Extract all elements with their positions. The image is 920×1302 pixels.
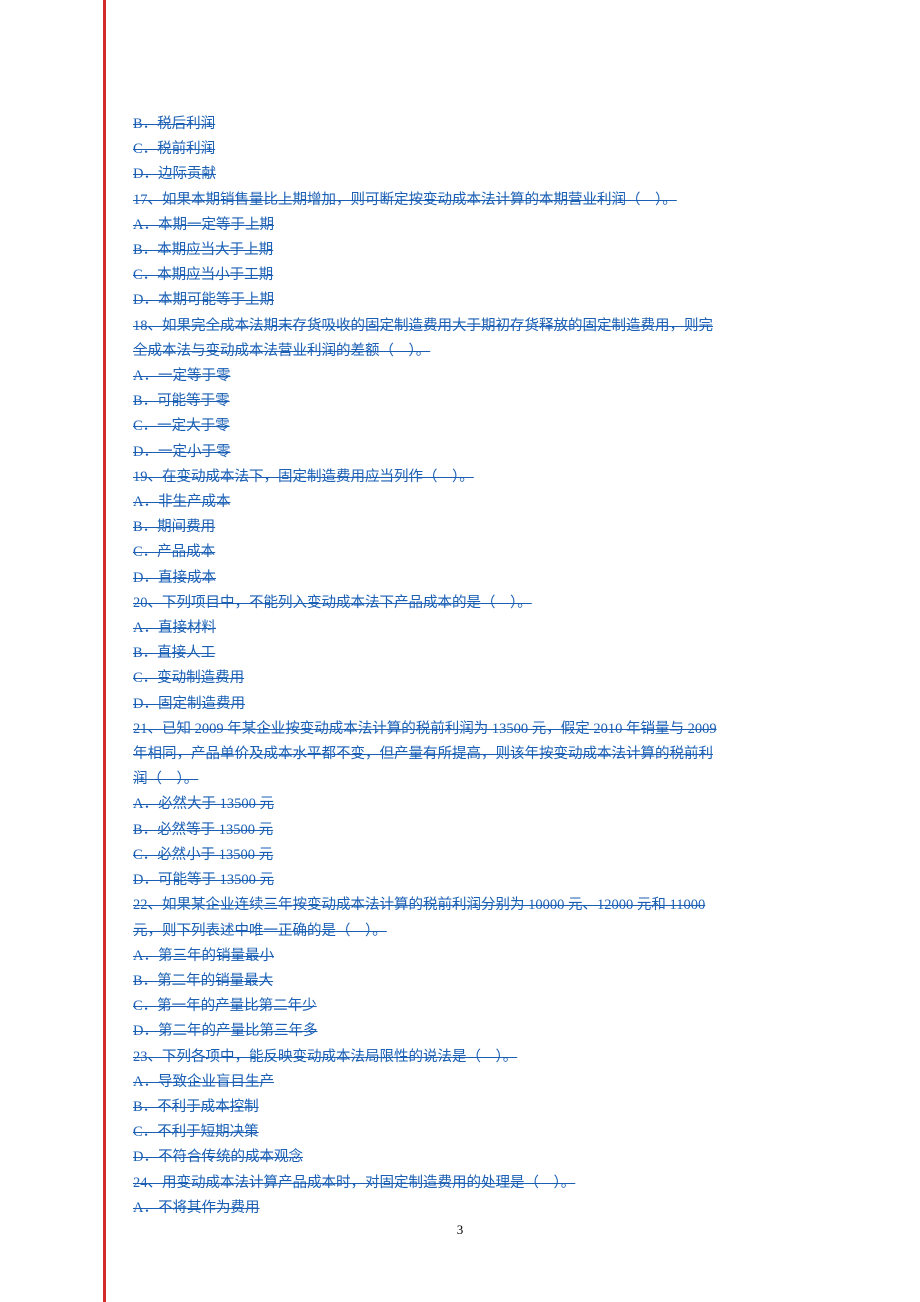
- text-line: A．必然大于 13500 元: [133, 792, 813, 817]
- text-line: 24、用变动成本法计算产品成本时，对固定制造费用的处理是（ ）。: [133, 1171, 813, 1196]
- text-line: A．本期一定等于上期: [133, 213, 813, 238]
- text-line: 元，则下列表述中唯一正确的是（ ）。: [133, 919, 813, 944]
- text-line: D．边际贡献: [133, 162, 813, 187]
- text-line: 21、已知 2009 年某企业按变动成本法计算的税前利润为 13500 元，假定…: [133, 717, 813, 742]
- text-line: A．第三年的销量最小: [133, 944, 813, 969]
- text-line: C．第一年的产量比第二年少: [133, 994, 813, 1019]
- text-line: C．本期应当小于工期: [133, 263, 813, 288]
- text-line: 19、在变动成本法下，固定制造费用应当列作（ ）。: [133, 465, 813, 490]
- text-line: D．第二年的产量比第三年多: [133, 1019, 813, 1044]
- text-line: B．直接人工: [133, 641, 813, 666]
- text-line: 17、如果本期销售量比上期增加，则可断定按变动成本法计算的本期营业利润（ ）。: [133, 188, 813, 213]
- text-line: B．可能等于零: [133, 389, 813, 414]
- text-line: A．一定等于零: [133, 364, 813, 389]
- text-line: 润（ ）。: [133, 767, 813, 792]
- text-line: C．必然小于 13500 元: [133, 843, 813, 868]
- text-line: B．第二年的销量最大: [133, 969, 813, 994]
- text-line: A．直接材料: [133, 616, 813, 641]
- text-line: D．不符合传统的成本观念: [133, 1145, 813, 1170]
- text-line: A．不将其作为费用: [133, 1196, 813, 1221]
- page-number: 3: [0, 1222, 920, 1238]
- left-margin-bar: [103, 0, 106, 1302]
- text-line: C．一定大于零: [133, 414, 813, 439]
- text-line: B．必然等于 13500 元: [133, 818, 813, 843]
- text-line: D．可能等于 13500 元: [133, 868, 813, 893]
- text-line: A．导致企业盲目生产: [133, 1070, 813, 1095]
- text-line: C．产品成本: [133, 540, 813, 565]
- text-line: A．非生产成本: [133, 490, 813, 515]
- text-line: D．直接成本: [133, 566, 813, 591]
- text-line: 18、如果完全成本法期末存货吸收的固定制造费用大于期初存货释放的固定制造费用，则…: [133, 314, 813, 339]
- text-line: 22、如果某企业连续三年按变动成本法计算的税前利润分别为 10000 元、120…: [133, 893, 813, 918]
- text-line: B．本期应当大于上期: [133, 238, 813, 263]
- text-line: 20、下列项目中，不能列入变动成本法下产品成本的是（ ）。: [133, 591, 813, 616]
- text-line: D．固定制造费用: [133, 692, 813, 717]
- text-line: D．一定小于零: [133, 440, 813, 465]
- text-line: B．期间费用: [133, 515, 813, 540]
- text-line: D．本期可能等于上期: [133, 288, 813, 313]
- text-line: C．不利于短期决策: [133, 1120, 813, 1145]
- text-line: 年相同，产品单价及成本水平都不变，但产量有所提高，则该年按变动成本法计算的税前利: [133, 742, 813, 767]
- text-line: 全成本法与变动成本法营业利润的差额（ ）。: [133, 339, 813, 364]
- text-line: B．不利于成本控制: [133, 1095, 813, 1120]
- text-line: B．税后利润: [133, 112, 813, 137]
- text-line: C．变动制造费用: [133, 666, 813, 691]
- text-line: 23、下列各项中，能反映变动成本法局限性的说法是（ ）。: [133, 1045, 813, 1070]
- document-body: B．税后利润C．税前利润D．边际贡献17、如果本期销售量比上期增加，则可断定按变…: [133, 112, 813, 1221]
- text-line: C．税前利润: [133, 137, 813, 162]
